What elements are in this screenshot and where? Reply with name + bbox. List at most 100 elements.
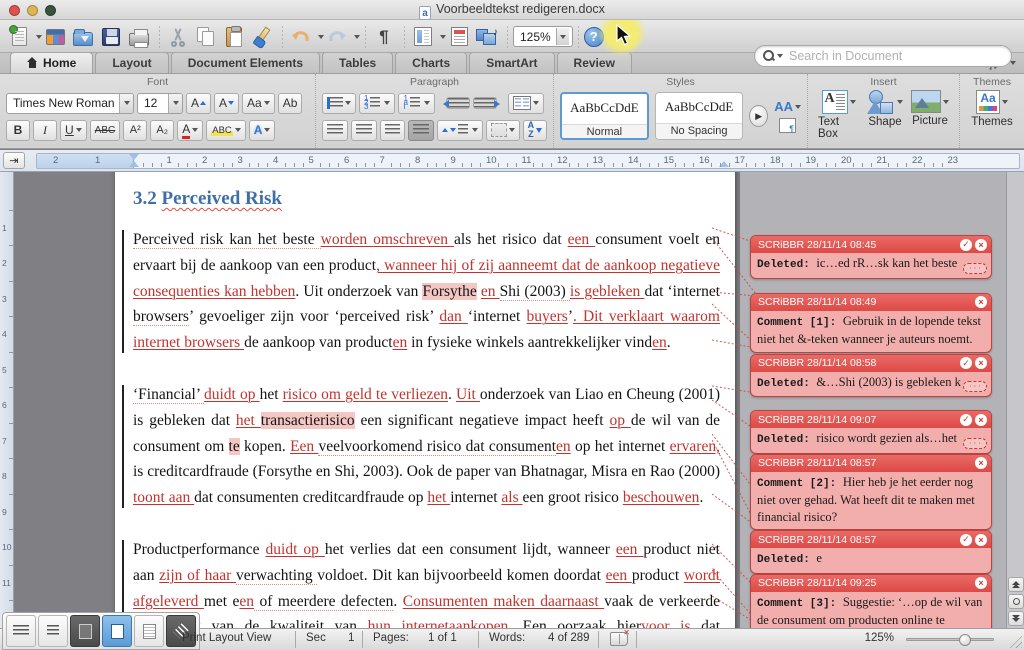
- hanging-indent-marker[interactable]: [129, 161, 139, 167]
- insert-picture-button[interactable]: Picture: [907, 89, 953, 127]
- reject-close-icon[interactable]: ×: [975, 414, 987, 426]
- show-formatting-marks-button[interactable]: ¶: [371, 25, 397, 49]
- tab-home[interactable]: Home: [10, 52, 93, 73]
- comment-card[interactable]: SCRiBBR 28/11/14 08:57✓×Deleted: e: [750, 530, 992, 574]
- first-line-indent-marker[interactable]: [129, 154, 139, 160]
- accept-change-icon[interactable]: ✓: [960, 357, 972, 369]
- grow-font-button[interactable]: A: [186, 93, 211, 114]
- document-paragraph[interactable]: ‘Financial’ duidt op het risico om geld …: [133, 382, 720, 511]
- search-input[interactable]: [783, 49, 1011, 63]
- style-no-spacing[interactable]: AaBbCcDdE No Spacing: [655, 92, 743, 140]
- paste-button[interactable]: [221, 25, 247, 49]
- comment-card[interactable]: SCRiBBR 28/11/14 09:25×Comment [3]: Sugg…: [750, 574, 992, 629]
- elements-gallery-button[interactable]: [42, 25, 68, 49]
- comment-card[interactable]: SCRiBBR 28/11/14 08:45✓×Deleted: ic…ed r…: [750, 235, 992, 279]
- pages-value[interactable]: 1 of 1: [428, 632, 457, 644]
- zoom-slider[interactable]: [906, 638, 994, 641]
- redo-dropdown[interactable]: [354, 35, 360, 39]
- reject-close-icon[interactable]: ×: [975, 296, 987, 308]
- change-styles-button[interactable]: AA: [774, 99, 801, 114]
- decrease-indent-button[interactable]: [446, 97, 470, 109]
- align-center-button[interactable]: [351, 120, 377, 141]
- style-normal[interactable]: AaBbCcDdE Normal: [560, 92, 649, 140]
- view-name-label[interactable]: Print Layout View: [182, 632, 271, 644]
- italic-button[interactable]: I: [33, 120, 57, 141]
- vertical-ruler[interactable]: 123456789101112: [0, 172, 14, 628]
- select-browse-object-button[interactable]: [1008, 594, 1024, 609]
- superscript-button[interactable]: A²: [123, 120, 147, 141]
- strikethrough-button[interactable]: ABC: [90, 120, 121, 141]
- highlight-button[interactable]: ABC: [206, 120, 246, 141]
- borders-button[interactable]: [486, 120, 520, 141]
- document-paragraph[interactable]: Perceived risk kan het beste worden omsc…: [133, 227, 720, 356]
- bullets-button[interactable]: [322, 93, 356, 114]
- tab-layout[interactable]: Layout: [95, 52, 168, 73]
- themes-button[interactable]: Aa Themes: [967, 89, 1017, 128]
- document-page[interactable]: 3.2 Perceived Risk Perceived risk kan he…: [115, 172, 735, 628]
- cut-button[interactable]: [165, 25, 191, 49]
- accept-change-icon[interactable]: ✓: [960, 414, 972, 426]
- vertical-scrollbar[interactable]: [1006, 172, 1024, 628]
- tab-stop-selector[interactable]: ⇥: [3, 152, 25, 169]
- previous-page-button[interactable]: [1008, 577, 1024, 592]
- shrink-font-button[interactable]: A: [214, 93, 239, 114]
- section-value[interactable]: 1: [348, 632, 354, 644]
- align-left-button[interactable]: [322, 120, 348, 141]
- columns-button[interactable]: [508, 93, 544, 114]
- show-fields-button[interactable]: [446, 25, 472, 49]
- show-more-button[interactable]: · · ·: [963, 381, 987, 392]
- next-page-button[interactable]: [1008, 611, 1024, 626]
- tab-smartart[interactable]: SmartArt: [469, 52, 554, 73]
- underline-button[interactable]: U: [60, 120, 87, 141]
- increase-indent-button[interactable]: [473, 97, 497, 109]
- bold-button[interactable]: B: [6, 120, 30, 141]
- spelling-status-icon[interactable]: [610, 632, 628, 646]
- outline-view-button[interactable]: [38, 615, 68, 647]
- comment-card[interactable]: SCRiBBR 28/11/14 08:49×Comment [1]: Gebr…: [750, 293, 992, 353]
- copy-button[interactable]: [193, 25, 219, 49]
- accept-change-icon[interactable]: ✓: [960, 534, 972, 546]
- reject-close-icon[interactable]: ×: [975, 577, 987, 589]
- publishing-layout-view-button[interactable]: [70, 615, 100, 647]
- search-icon[interactable]: [763, 50, 775, 62]
- show-more-button[interactable]: · · ·: [963, 438, 987, 449]
- open-button[interactable]: [70, 25, 96, 49]
- clear-formatting-button[interactable]: Ab: [278, 93, 303, 114]
- line-spacing-button[interactable]: [437, 120, 483, 141]
- undo-button[interactable]: [288, 25, 314, 49]
- subscript-button[interactable]: A₂: [150, 120, 174, 141]
- save-button[interactable]: [98, 25, 124, 49]
- change-case-button[interactable]: Aa: [242, 93, 275, 114]
- sort-button[interactable]: AZ: [523, 120, 547, 141]
- zoom-combobox[interactable]: 125%: [513, 26, 573, 47]
- words-value[interactable]: 4 of 289: [548, 632, 590, 644]
- show-more-button[interactable]: · · ·: [963, 263, 987, 274]
- reject-close-icon[interactable]: ×: [975, 457, 987, 469]
- media-browser-button[interactable]: ♪: [474, 25, 500, 49]
- format-painter-button[interactable]: [249, 25, 275, 49]
- comment-card[interactable]: SCRiBBR 28/11/14 08:58✓×Deleted: &…Shi (…: [750, 354, 992, 398]
- justify-button[interactable]: [408, 120, 434, 141]
- sidebar-view-button[interactable]: [410, 25, 436, 49]
- section-label[interactable]: Sec: [306, 632, 326, 644]
- zoom-slider-thumb[interactable]: [959, 634, 971, 646]
- draft-view-button[interactable]: [6, 615, 36, 647]
- redo-button[interactable]: [324, 25, 350, 49]
- multilevel-list-button[interactable]: 1ai: [398, 93, 434, 114]
- document-paragraph[interactable]: Productperformance duidt op het verlies …: [133, 537, 720, 628]
- tab-document-elements[interactable]: Document Elements: [171, 52, 320, 73]
- styles-gallery-more-button[interactable]: ▶: [749, 105, 768, 127]
- font-color-button[interactable]: A: [177, 120, 203, 141]
- manage-styles-button[interactable]: [779, 118, 796, 133]
- insert-textbox-button[interactable]: A Text Box: [814, 89, 863, 140]
- words-label[interactable]: Words:: [489, 632, 525, 644]
- align-right-button[interactable]: [380, 120, 406, 141]
- new-document-button[interactable]: [6, 25, 32, 49]
- pages-label[interactable]: Pages:: [373, 632, 409, 644]
- numbering-button[interactable]: 123: [359, 93, 395, 114]
- text-effects-button[interactable]: A: [249, 120, 276, 141]
- window-resize-grip[interactable]: [1008, 634, 1022, 648]
- reject-close-icon[interactable]: ×: [975, 357, 987, 369]
- tab-tables[interactable]: Tables: [322, 52, 393, 73]
- font-size-combobox[interactable]: 12: [137, 93, 183, 114]
